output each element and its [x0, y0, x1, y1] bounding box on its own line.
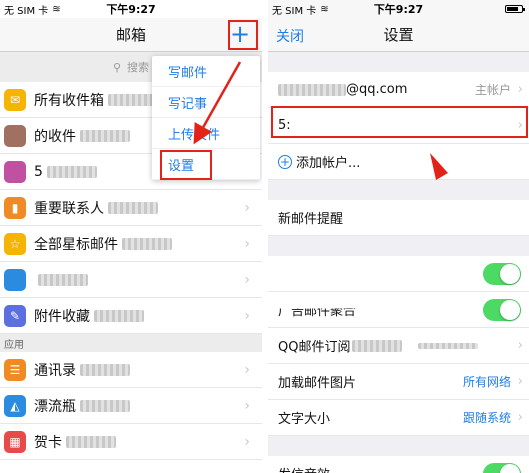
inbox-icon: ✉	[4, 88, 26, 111]
bottle-icon: ◭	[4, 394, 26, 417]
toggle-switch[interactable]	[483, 298, 521, 321]
menu-item[interactable]: 上传文件	[152, 118, 260, 149]
mailbox-panel: 无 SIM 卡 ≋ 下午9:27 邮箱 + ⚲ 搜索 ✉ 所有收件箱 › 的收件 › 5 ›…	[0, 0, 262, 473]
list-item[interactable]: ◭ 漂流瓶 ›	[0, 388, 262, 424]
list-item-label: 贺卡	[34, 434, 62, 451]
send-sound-row: 发信音效	[268, 456, 529, 473]
status-time: 下午9:27	[106, 3, 156, 16]
list-item-label: 附件收藏	[34, 308, 90, 325]
star-icon: ☆	[4, 232, 26, 255]
chevron-right-icon: ›	[244, 307, 250, 324]
list-item-label: 重要联系人	[34, 200, 104, 217]
bookmark-icon: ▮	[4, 196, 26, 219]
avatar	[4, 160, 26, 183]
highlight-settings	[160, 150, 212, 180]
add-account-button[interactable]: + 添加帐户...	[268, 144, 529, 180]
chevron-right-icon: ›	[244, 271, 250, 288]
list-item[interactable]: ☰ 通讯录 ›	[0, 352, 262, 388]
avatar	[4, 124, 26, 147]
settings-navbar: 关闭 设置	[268, 18, 529, 52]
primary-account-row[interactable]: @qq.com 主帐户 ›	[268, 72, 529, 108]
page-title: 设置	[383, 26, 414, 44]
chevron-right-icon: ›	[517, 82, 523, 97]
ad-mail-row: 广告邮件聚合	[268, 292, 529, 328]
highlight-account	[271, 106, 528, 138]
add-circle-icon: +	[278, 154, 292, 169]
list-item[interactable]: ▮ 重要联系人 ›	[0, 190, 262, 226]
folder-icon	[4, 268, 26, 291]
menu-item[interactable]: 写邮件	[152, 56, 260, 87]
chevron-right-icon: ›	[244, 397, 250, 414]
battery-icon	[505, 5, 525, 13]
settings-panel: 无 SIM 卡 ≋ 下午9:27 关闭 设置 @qq.com 主帐户 › 5: …	[268, 0, 529, 473]
list-item-label: 5	[34, 163, 43, 180]
toggle-row-1	[268, 256, 529, 292]
list-item-label: 通讯录	[34, 362, 76, 379]
font-size-row[interactable]: 文字大小 跟随系统 ›	[268, 400, 529, 436]
load-images-row[interactable]: 加载邮件图片 所有网络 ›	[268, 364, 529, 400]
list-item-label: 所有收件箱	[34, 92, 104, 109]
close-button[interactable]: 关闭	[276, 26, 304, 46]
toggle-switch[interactable]	[483, 462, 521, 473]
new-mail-alert-row[interactable]: 新邮件提醒	[268, 200, 529, 236]
chevron-right-icon: ›	[517, 410, 523, 425]
list-item[interactable]: ▦ 贺卡 ›	[0, 424, 262, 460]
list-item-label: 全部星标邮件	[34, 236, 118, 253]
list-item[interactable]: ☆ 全部星标邮件 ›	[0, 226, 262, 262]
apps-section-header: 应用	[0, 334, 262, 352]
subscription-row[interactable]: QQ邮件订阅 ›	[268, 328, 529, 364]
list-item-label: 的收件	[34, 128, 76, 145]
account-email: @qq.com	[346, 82, 408, 97]
chevron-right-icon: ›	[244, 235, 250, 252]
page-title: 邮箱	[115, 26, 146, 44]
chevron-right-icon: ›	[244, 199, 250, 216]
list-item[interactable]: ✎ 附件收藏 ›	[0, 298, 262, 334]
list-item-label: 漂流瓶	[34, 398, 76, 415]
highlight-plus	[228, 20, 258, 50]
chevron-right-icon: ›	[517, 338, 523, 353]
font-size-value: 跟随系统	[462, 411, 511, 425]
status-bar: 无 SIM 卡 ≋ 下午9:27	[268, 0, 529, 18]
status-time: 下午9:27	[373, 3, 424, 16]
toggle-switch[interactable]	[483, 262, 521, 285]
load-images-value: 所有网络	[462, 375, 511, 389]
search-icon: ⚲	[112, 60, 122, 74]
contacts-icon: ☰	[4, 358, 26, 381]
card-icon: ▦	[4, 430, 26, 453]
chevron-right-icon: ›	[244, 361, 250, 378]
status-bar: 无 SIM 卡 ≋ 下午9:27	[0, 0, 262, 18]
chevron-right-icon: ›	[517, 374, 523, 389]
list-item[interactable]: ›	[0, 262, 262, 298]
search-placeholder: 搜索	[127, 61, 150, 74]
primary-account-tag: 主帐户	[474, 83, 511, 97]
chevron-right-icon: ›	[244, 433, 250, 450]
mailbox-navbar: 邮箱 +	[0, 18, 262, 52]
menu-item[interactable]: 写记事	[152, 87, 260, 118]
attachment-icon: ✎	[4, 304, 26, 327]
